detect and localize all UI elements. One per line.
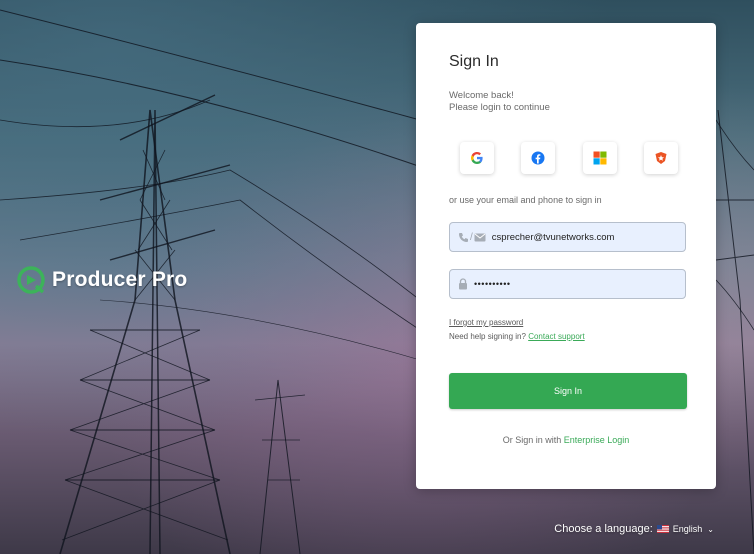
- auth0-icon: [655, 152, 667, 164]
- welcome-text: Welcome back! Please login to continue: [449, 90, 550, 114]
- forgot-password-link[interactable]: I forgot my password: [449, 318, 523, 327]
- google-icon: [471, 152, 483, 164]
- email-icon: [474, 233, 486, 241]
- enterprise-prefix-text: Or Sign in with: [502, 435, 562, 445]
- social-login-row: [460, 142, 678, 174]
- contact-support-link[interactable]: Contact support: [528, 332, 584, 341]
- welcome-line-2: Please login to continue: [449, 102, 550, 113]
- facebook-icon: [531, 151, 545, 165]
- auth0-login-button[interactable]: [643, 142, 678, 174]
- facebook-login-button[interactable]: [521, 142, 556, 174]
- password-value: ••••••••••: [474, 279, 511, 289]
- microsoft-icon: [593, 151, 607, 165]
- sign-in-button[interactable]: Sign In: [449, 373, 687, 409]
- help-signing-in: Need help signing in? Contact support: [449, 332, 585, 341]
- slash-divider-icon: /: [470, 231, 473, 243]
- language-label: Choose a language:: [554, 523, 653, 535]
- language-selector[interactable]: Choose a language: English ⌄: [554, 523, 714, 535]
- sign-in-card: Sign In Welcome back! Please login to co…: [416, 23, 716, 489]
- email-phone-value: csprecher@tvunetworks.com: [491, 231, 615, 243]
- language-value: English: [672, 524, 703, 534]
- microsoft-login-button[interactable]: [582, 142, 617, 174]
- enterprise-login-link[interactable]: Enterprise Login: [564, 435, 630, 445]
- help-prefix-text: Need help signing in?: [449, 332, 526, 341]
- us-flag-icon: [656, 525, 669, 533]
- google-login-button[interactable]: [460, 142, 494, 174]
- card-title: Sign In: [449, 53, 499, 70]
- password-field[interactable]: ••••••••••: [449, 269, 686, 299]
- enterprise-login-row: Or Sign in with Enterprise Login: [416, 435, 716, 445]
- chevron-down-icon: ⌄: [707, 524, 714, 534]
- lock-icon-wrap: [458, 278, 468, 290]
- producer-pro-logo-icon: [17, 266, 45, 294]
- brand-name: Producer Pro: [52, 268, 188, 291]
- or-use-email-text: or use your email and phone to sign in: [449, 195, 602, 205]
- phone-email-icon-group: /: [458, 232, 486, 243]
- email-phone-field[interactable]: / csprecher@tvunetworks.com: [449, 222, 686, 252]
- phone-icon: [459, 232, 468, 242]
- brand: Producer Pro: [16, 265, 187, 295]
- lock-icon: [459, 278, 467, 290]
- welcome-line-1: Welcome back!: [449, 90, 514, 101]
